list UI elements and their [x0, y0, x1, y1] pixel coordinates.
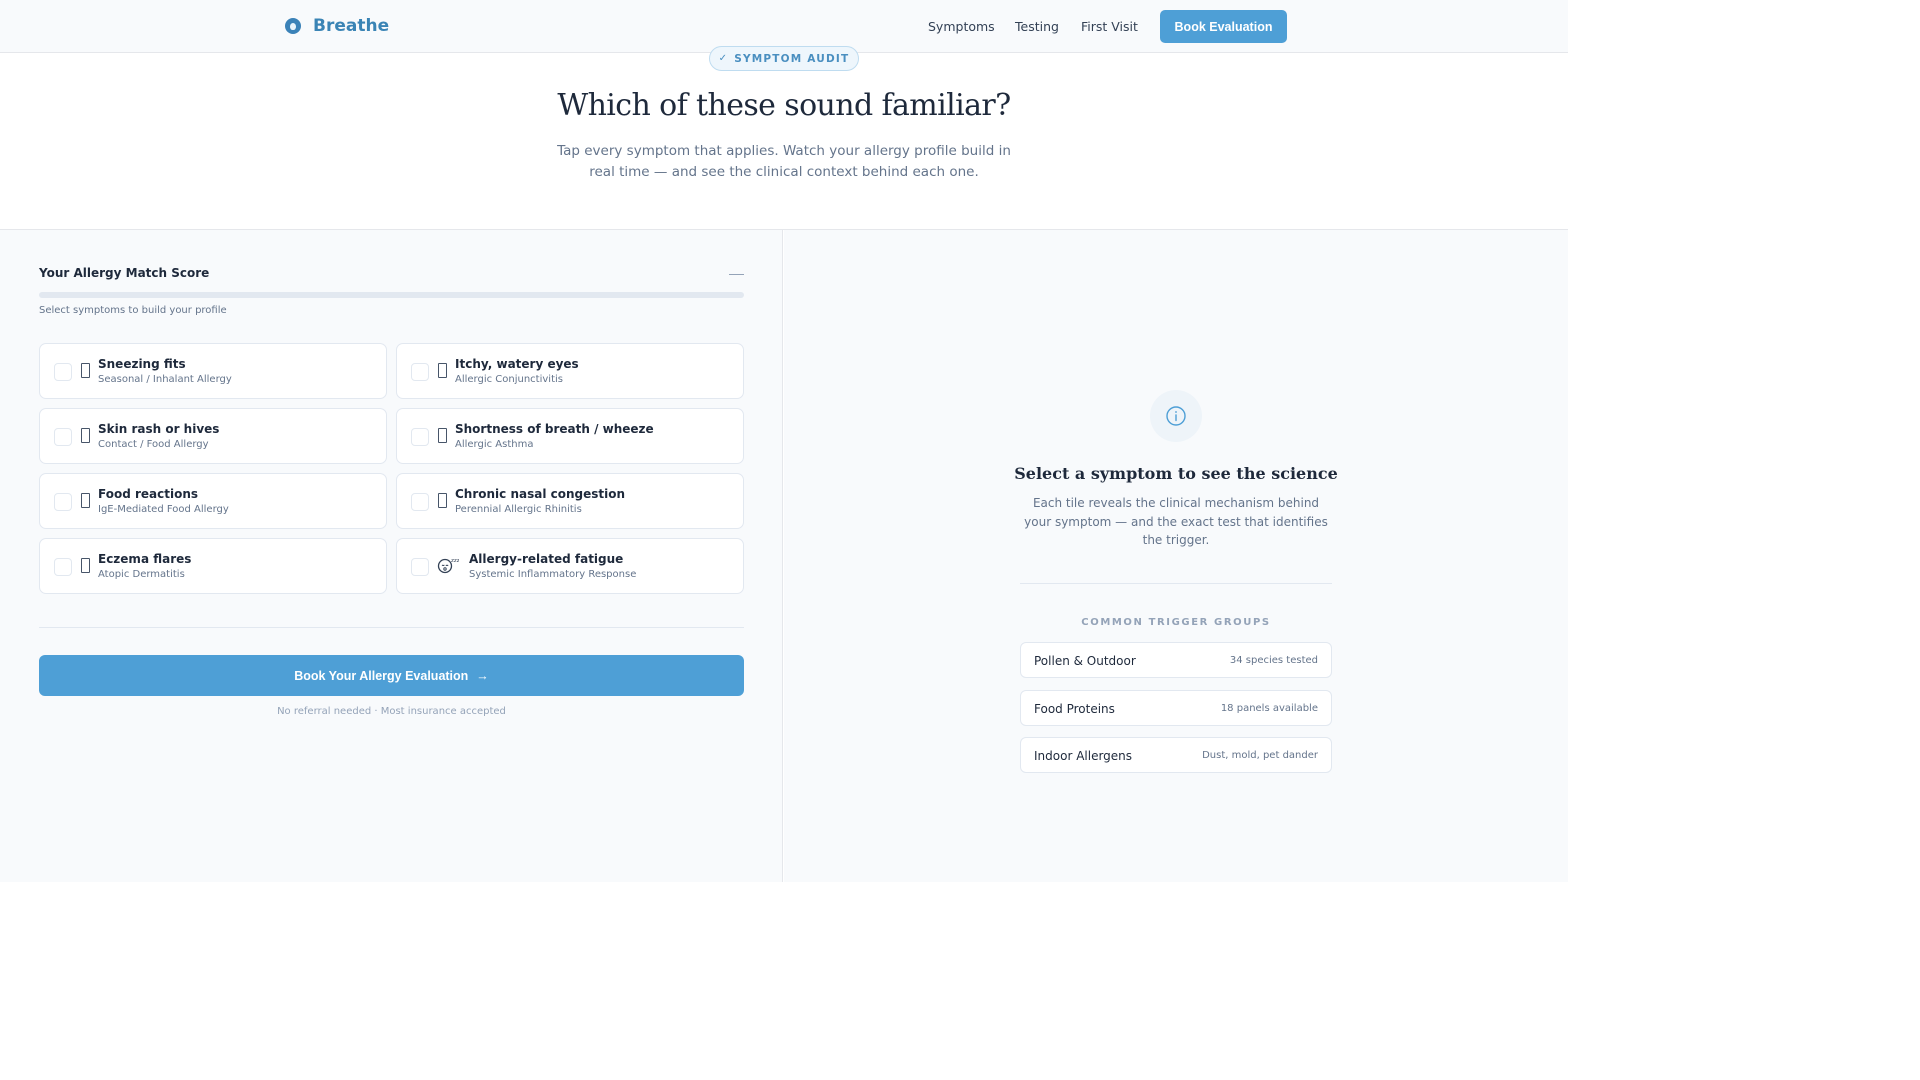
trigger-group-detail: Dust, mold, pet dander [1202, 750, 1318, 761]
symptom-checkbox[interactable] [411, 428, 429, 446]
trigger-group-name: Indoor Allergens [1034, 749, 1133, 763]
symptom-tile-eczema[interactable]: Eczema flares Atopic Dermatitis [39, 538, 387, 594]
cta-label: Book Your Allergy Evaluation [294, 668, 469, 683]
arrow-right-icon: → [476, 668, 489, 683]
symptom-tile-shortness-of-breath[interactable]: Shortness of breath / wheeze Allergic As… [396, 408, 744, 464]
book-evaluation-button[interactable]: Book Evaluation [1160, 10, 1287, 43]
symptom-tile-nasal-congestion[interactable]: Chronic nasal congestion Perennial Aller… [396, 473, 744, 529]
brand-logo[interactable]: Breathe [285, 16, 389, 36]
svg-text:zzz: zzz [451, 558, 459, 564]
symptom-category: Contact / Food Allergy [98, 439, 209, 450]
symptom-name: Eczema flares [98, 552, 192, 566]
score-value [729, 274, 744, 275]
symptom-name: Skin rash or hives [98, 422, 220, 436]
symptom-category: Perennial Allergic Rhinitis [455, 504, 582, 515]
nav-link-testing[interactable]: Testing [1015, 19, 1059, 34]
science-description: Each tile reveals the clinical mechanism… [1024, 496, 1328, 547]
symptom-checkbox[interactable] [411, 558, 429, 576]
trigger-groups-title: COMMON TRIGGER GROUPS [1081, 617, 1271, 628]
nav-link-symptoms[interactable]: Symptoms [928, 19, 995, 34]
trigger-group-indoor[interactable]: Indoor Allergens Dust, mold, pet dander [1020, 737, 1332, 773]
symptom-icon [438, 428, 447, 443]
trigger-group-detail: 34 species tested [1229, 655, 1318, 666]
symptom-category: Systemic Inflammatory Response [469, 569, 637, 580]
symptom-checkbox[interactable] [411, 363, 429, 381]
sleepy-face-icon: zzz [437, 556, 460, 574]
trigger-group-name: Food Proteins [1034, 702, 1115, 716]
symptom-tile-sneezing[interactable]: Sneezing fits Seasonal / Inhalant Allerg… [39, 343, 387, 399]
symptom-category: IgE-Mediated Food Allergy [98, 504, 229, 515]
symptom-checkbox[interactable] [411, 493, 429, 511]
score-hint: Select symptoms to build your profile [39, 305, 227, 316]
symptom-checkbox[interactable] [54, 558, 72, 576]
symptom-tile-skin-rash[interactable]: Skin rash or hives Contact / Food Allerg… [39, 408, 387, 464]
symptom-icon [81, 558, 90, 573]
symptom-name: Sneezing fits [98, 357, 186, 371]
symptom-checkbox[interactable] [54, 363, 72, 381]
science-panel: Select a symptom to see the science Each… [784, 230, 1568, 882]
page-title: Which of these sound familiar? [557, 88, 1011, 123]
symptom-icon [81, 363, 90, 378]
symptom-checkbox[interactable] [54, 493, 72, 511]
info-icon [1150, 390, 1202, 442]
score-title: Your Allergy Match Score [39, 266, 210, 280]
panel-divider [1020, 583, 1332, 584]
trigger-group-pollen[interactable]: Pollen & Outdoor 34 species tested [1020, 642, 1332, 678]
cta-note: No referral needed · Most insurance acce… [277, 706, 506, 717]
check-icon: ✓ [718, 53, 729, 64]
symptom-tile-fatigue[interactable]: zzz Allergy-related fatigue Systemic Inf… [396, 538, 744, 594]
science-title: Select a symptom to see the science [1014, 464, 1338, 483]
symptom-category: Seasonal / Inhalant Allergy [98, 374, 232, 385]
symptom-name: Food reactions [98, 487, 199, 501]
trigger-group-name: Pollen & Outdoor [1034, 654, 1136, 668]
trigger-group-detail: 18 panels available [1220, 703, 1318, 714]
symptom-icon [438, 493, 447, 508]
symptom-name: Chronic nasal congestion [455, 487, 626, 501]
symptom-name: Allergy-related fatigue [469, 552, 624, 566]
symptom-category: Atopic Dermatitis [98, 569, 185, 580]
symptom-category: Allergic Asthma [455, 439, 534, 450]
symptom-checkbox[interactable] [54, 428, 72, 446]
symptom-tile-food-reactions[interactable]: Food reactions IgE-Mediated Food Allergy [39, 473, 387, 529]
badge-label: SYMPTOM AUDIT [734, 52, 850, 65]
symptom-name: Shortness of breath / wheeze [455, 422, 654, 436]
symptom-icon [81, 493, 90, 508]
nav-link-first-visit[interactable]: First Visit [1081, 19, 1138, 34]
symptom-panel: Your Allergy Match Score Select symptoms… [0, 230, 783, 882]
leaf-icon [285, 18, 301, 34]
trigger-group-food-proteins[interactable]: Food Proteins 18 panels available [1020, 690, 1332, 726]
score-progress-bar [39, 292, 744, 298]
symptom-name: Itchy, watery eyes [455, 357, 579, 371]
symptom-audit-badge: ✓ SYMPTOM AUDIT [709, 46, 859, 71]
brand-name: Breathe [313, 16, 390, 36]
panel-divider [39, 627, 744, 628]
page-subtitle: Tap every symptom that applies. Watch yo… [557, 143, 1011, 180]
symptom-tile-itchy-eyes[interactable]: Itchy, watery eyes Allergic Conjunctivit… [396, 343, 744, 399]
symptom-icon [438, 363, 447, 378]
book-allergy-evaluation-button[interactable]: Book Your Allergy Evaluation → [39, 655, 744, 696]
symptom-category: Allergic Conjunctivitis [455, 374, 563, 385]
symptom-icon [81, 428, 90, 443]
